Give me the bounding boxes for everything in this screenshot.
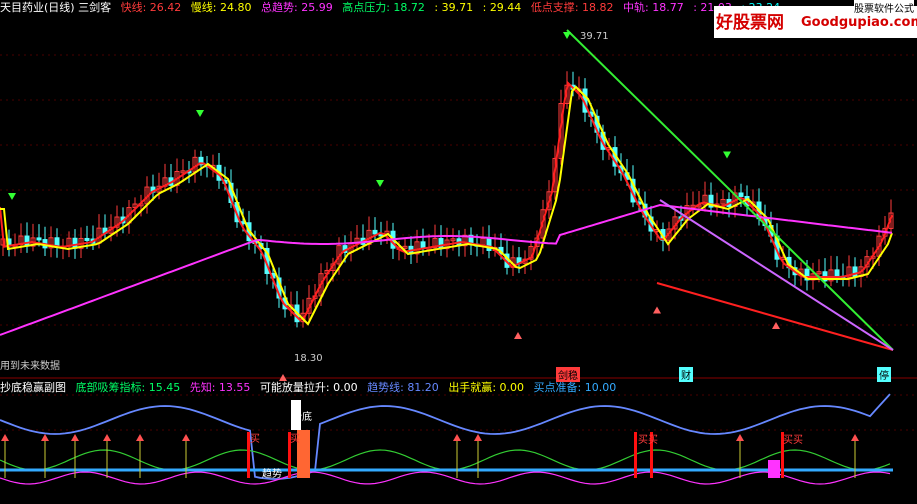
win-label: 出手就赢 bbox=[448, 381, 493, 394]
fast-value: 26.42 bbox=[149, 1, 182, 14]
win-value: 0.00 bbox=[499, 381, 525, 394]
signal-arrow-icon bbox=[474, 434, 482, 441]
volume-value: 0.00 bbox=[333, 381, 358, 394]
trend-line bbox=[0, 203, 893, 336]
absorb-label: 底部吸筹指标 bbox=[75, 381, 142, 394]
candle-body bbox=[438, 238, 444, 250]
buy-arrow-icon bbox=[563, 32, 571, 39]
sub-header: 抄底稳赢副图 底部吸筹指标: 15.45 先知: 13.55 可能放量拉升: 0… bbox=[0, 381, 617, 394]
signal-arrow-icon bbox=[736, 434, 744, 441]
pressure-value-3: 29.44 bbox=[489, 1, 522, 14]
watermark-en: Goodgupiao.com bbox=[801, 15, 917, 30]
marker-jianwen: 剑稳 bbox=[556, 367, 580, 382]
signal-arrow-icon bbox=[453, 434, 461, 441]
support-label: 低点支撑 bbox=[530, 1, 575, 14]
signal-arrow-icon bbox=[41, 434, 49, 441]
watermark: 好股票网 Goodgupiao.com 股票软件公式 bbox=[714, 0, 917, 38]
trend-label-small: 趋势 bbox=[262, 469, 282, 480]
sub-title: 抄底稳赢副图 bbox=[0, 381, 66, 394]
signal-arrow-icon bbox=[1, 434, 9, 441]
slow-value: 24.80 bbox=[220, 1, 252, 14]
volume-label: 可能放量拉升 bbox=[259, 381, 326, 394]
prophet-bar bbox=[768, 460, 780, 478]
signal-arrow-icon bbox=[182, 434, 190, 441]
trend-value: 25.99 bbox=[301, 1, 333, 14]
watermark-tag: 股票软件公式 bbox=[854, 0, 914, 15]
prophet-value: 13.55 bbox=[218, 381, 251, 394]
fast-label: 快线 bbox=[120, 1, 143, 14]
buyprep-value: 10.00 bbox=[584, 381, 617, 394]
prophet-label: 先知 bbox=[189, 381, 212, 394]
buy-arrow-icon bbox=[196, 110, 204, 117]
buy-label-2: 买 bbox=[290, 434, 300, 445]
support-value: 18.82 bbox=[582, 1, 614, 14]
absorb-curve bbox=[0, 449, 891, 471]
buy-arrow-icon bbox=[723, 151, 731, 159]
signal-arrow-icon bbox=[103, 434, 111, 441]
sell-arrow-icon bbox=[514, 332, 522, 339]
chart-title: 天目药业(日线) 三剑客 bbox=[0, 1, 112, 14]
buy-label-1: 买 bbox=[250, 434, 260, 445]
buy-bar bbox=[634, 432, 637, 478]
candle-body bbox=[420, 241, 426, 249]
future-data-note: 用到未来数据 bbox=[0, 361, 60, 372]
buy-label-4: 买买 bbox=[783, 435, 803, 446]
signal-arrow-icon bbox=[71, 434, 79, 441]
marker-cai: 财 bbox=[679, 367, 693, 382]
absorb-value: 15.45 bbox=[148, 381, 181, 394]
marker-ting: 停 bbox=[877, 367, 891, 382]
trendline-curve bbox=[0, 393, 891, 480]
sell-arrow-icon bbox=[653, 306, 661, 314]
kline-chart[interactable] bbox=[0, 0, 917, 504]
buy-arrow-icon bbox=[8, 193, 16, 200]
trend-label: 总趋势 bbox=[261, 1, 294, 14]
bottom-label: 抄底 bbox=[292, 412, 312, 423]
candle-body bbox=[36, 237, 42, 241]
candle-body bbox=[738, 192, 744, 197]
pressure-value-2: 39.71 bbox=[441, 1, 474, 14]
trendline-label: 趋势线 bbox=[367, 381, 401, 394]
main-header: 天目药业(日线) 三剑客 快线: 26.42 慢线: 24.80 总趋势: 25… bbox=[0, 1, 786, 15]
low-price-label: 18.30 bbox=[294, 353, 323, 364]
signal-arrow-icon bbox=[136, 434, 144, 441]
watermark-cn: 好股票网 bbox=[716, 13, 784, 33]
trendline-value: 81.20 bbox=[407, 381, 439, 394]
candle-body bbox=[372, 229, 378, 235]
pressure-line bbox=[566, 29, 894, 351]
buy-label-3: 买买 bbox=[638, 435, 658, 446]
candle-body bbox=[84, 237, 90, 241]
fast-line bbox=[0, 80, 893, 322]
sell-arrow-icon bbox=[772, 322, 780, 329]
pressure-label: 高点压力 bbox=[342, 1, 387, 14]
mid-value: 18.77 bbox=[652, 1, 684, 14]
high-price-label: 39.71 bbox=[580, 31, 609, 42]
prophet-curve bbox=[0, 471, 891, 485]
signal-arrow-icon bbox=[851, 434, 859, 441]
slow-label: 慢线 bbox=[190, 1, 213, 14]
mid-label: 中轨 bbox=[623, 1, 646, 14]
buy-arrow-icon bbox=[376, 180, 384, 187]
candle-body bbox=[834, 269, 840, 277]
pressure-value: 18.72 bbox=[393, 1, 425, 14]
buyprep-label: 买点准备 bbox=[533, 381, 578, 394]
